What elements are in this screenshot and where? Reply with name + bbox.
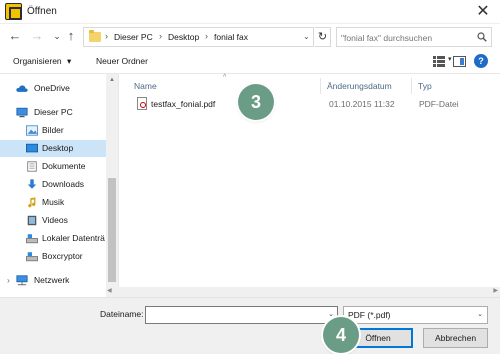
dialog-footer: Dateiname: ⌄ PDF (*.pdf) ⌄ Öffnen Abbrec… <box>0 297 500 354</box>
nav-item-onedrive[interactable]: OneDrive <box>0 80 106 97</box>
nav-label: Musik <box>42 197 65 207</box>
organize-button[interactable]: Organisieren ▾ <box>13 56 71 67</box>
file-name: testfax_fonial.pdf <box>151 99 216 109</box>
address-dropdown-icon[interactable]: ⌄ <box>303 32 310 41</box>
filename-label: Dateiname: <box>100 309 144 319</box>
filename-dropdown-icon[interactable]: ⌄ <box>328 310 334 318</box>
title-bar: Öffnen ✕ <box>0 0 500 24</box>
search-field[interactable] <box>336 27 492 47</box>
nav-label: Desktop <box>42 143 74 153</box>
scroll-up-icon[interactable]: ▲ <box>106 74 118 86</box>
videos-folder-icon <box>27 215 37 226</box>
pdf-file-icon <box>137 97 147 110</box>
nav-item-netzwerk[interactable]: › Netzwerk <box>0 272 106 289</box>
scroll-left-icon[interactable]: ◀ <box>107 287 112 294</box>
column-header-date[interactable]: Änderungsdatum <box>327 81 392 91</box>
filename-input[interactable] <box>149 309 319 321</box>
nav-item-desktop[interactable]: Desktop <box>0 140 106 157</box>
breadcrumb[interactable]: › Dieser PC › Desktop › fonial fax ⌄ <box>83 27 314 47</box>
navigation-scrollbar[interactable]: ▲ ▼ <box>106 74 118 297</box>
navigation-pane: OneDrive Dieser PC Bilder Desktop Dokume… <box>0 74 118 297</box>
nav-label: Dieser PC <box>34 107 73 117</box>
refresh-button[interactable]: ↻ <box>315 27 331 47</box>
help-icon[interactable]: ? <box>474 54 488 68</box>
drive-icon <box>26 234 38 244</box>
scrollbar-thumb[interactable] <box>108 178 116 282</box>
nav-item-dokumente[interactable]: Dokumente <box>0 158 106 175</box>
app-logo-icon <box>5 3 22 20</box>
organize-label: Organisieren <box>13 56 62 66</box>
forward-button[interactable]: → <box>28 27 46 45</box>
breadcrumb-separator[interactable]: › <box>105 31 108 41</box>
desktop-folder-icon <box>26 143 38 153</box>
file-date: 01.10.2015 11:32 <box>329 99 395 109</box>
documents-folder-icon <box>27 161 37 172</box>
nav-item-downloads[interactable]: Downloads <box>0 176 106 193</box>
view-options-icon[interactable] <box>433 56 445 67</box>
filetype-select[interactable]: PDF (*.pdf) ⌄ <box>343 306 488 324</box>
expand-chevron-icon[interactable]: › <box>7 275 10 285</box>
nav-label: Boxcryptor <box>42 251 83 261</box>
nav-item-musik[interactable]: Musik <box>0 194 106 211</box>
sort-arrow-icon: ^ <box>223 74 227 81</box>
column-divider[interactable] <box>320 78 321 94</box>
nav-label: OneDrive <box>34 83 70 93</box>
column-header-type[interactable]: Typ <box>418 81 432 91</box>
close-button[interactable]: ✕ <box>468 1 498 23</box>
folder-icon <box>89 30 101 42</box>
file-row[interactable]: testfax_fonial.pdf 01.10.2015 11:32 PDF-… <box>127 96 497 114</box>
up-button[interactable]: ↑ <box>62 27 80 45</box>
filetype-value: PDF (*.pdf) <box>348 310 391 320</box>
nav-item-boxcryptor[interactable]: Boxcryptor <box>0 248 106 265</box>
scroll-right-icon[interactable]: ▶ <box>493 287 498 294</box>
breadcrumb-dieser-pc[interactable]: Dieser PC <box>114 32 153 42</box>
preview-pane-icon[interactable] <box>453 56 466 67</box>
view-dropdown-icon[interactable]: ▾ <box>448 55 452 63</box>
column-header-name[interactable]: Name <box>134 81 157 91</box>
computer-icon <box>16 107 28 118</box>
boxcryptor-icon <box>26 252 38 262</box>
nav-label: Dokumente <box>42 161 86 171</box>
new-folder-button[interactable]: Neuer Ordner <box>96 56 148 66</box>
nav-label: Bilder <box>42 125 64 135</box>
search-icon <box>477 32 487 42</box>
downloads-folder-icon <box>27 179 37 189</box>
step-3-badge: 3 <box>238 84 274 120</box>
nav-label: Downloads <box>42 179 85 189</box>
filename-field[interactable]: ⌄ <box>145 306 338 324</box>
step-4-badge: 4 <box>323 317 359 353</box>
chevron-down-icon: ⌄ <box>477 311 483 318</box>
pictures-folder-icon <box>26 125 38 136</box>
horizontal-scrollbar[interactable]: ◀ ▶ <box>106 287 500 297</box>
cloud-icon <box>16 85 28 92</box>
window-title: Öffnen <box>27 6 57 17</box>
breadcrumb-separator[interactable]: › <box>159 31 162 41</box>
file-type: PDF-Datei <box>419 99 459 109</box>
breadcrumb-desktop[interactable]: Desktop <box>168 32 199 42</box>
network-icon <box>16 275 28 286</box>
nav-label: Lokaler Datenträ <box>42 233 105 243</box>
command-bar: Organisieren ▾ Neuer Ordner ▾ ? <box>0 50 500 74</box>
nav-label: Netzwerk <box>34 275 70 285</box>
back-button[interactable]: ← <box>6 27 24 45</box>
breadcrumb-fonial-fax[interactable]: fonial fax <box>214 32 248 42</box>
nav-item-videos[interactable]: Videos <box>0 212 106 229</box>
music-folder-icon <box>28 197 36 208</box>
chevron-down-icon: ▾ <box>67 56 72 66</box>
nav-label: Videos <box>42 215 68 225</box>
breadcrumb-separator[interactable]: › <box>205 31 208 41</box>
column-divider[interactable] <box>411 78 412 94</box>
nav-item-dieser-pc[interactable]: Dieser PC <box>0 104 106 121</box>
cancel-button[interactable]: Abbrechen <box>423 328 488 348</box>
nav-item-bilder[interactable]: Bilder <box>0 122 106 139</box>
address-bar: ← → ⌄ ↑ › Dieser PC › Desktop › fonial f… <box>0 24 500 50</box>
search-input[interactable] <box>341 31 471 44</box>
file-list: ^ Name Änderungsdatum Typ testfax_fonial… <box>118 74 500 297</box>
nav-item-lokaler-datentraeger[interactable]: Lokaler Datenträ <box>0 230 106 247</box>
